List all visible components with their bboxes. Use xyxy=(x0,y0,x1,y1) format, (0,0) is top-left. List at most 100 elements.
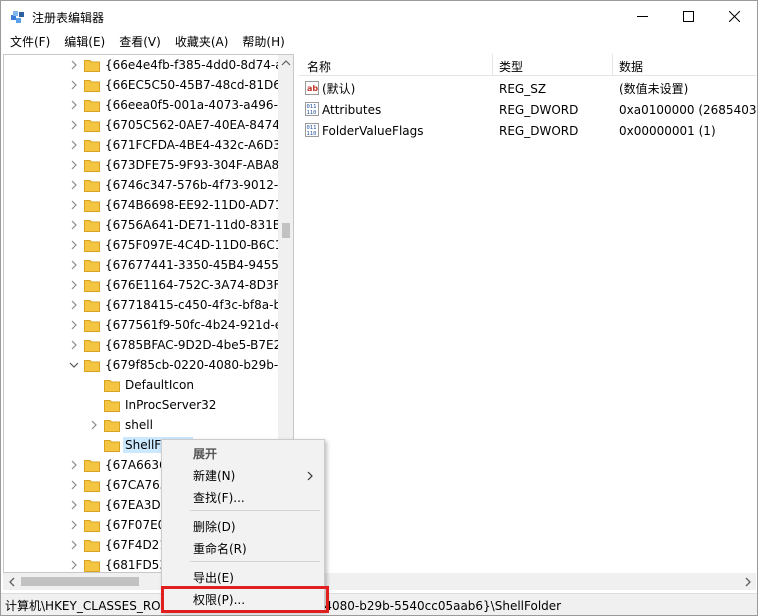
value-row[interactable]: 011 110 Attributes REG_DWORD 0xa0100000 (268… xyxy=(299,99,756,120)
minimize-button[interactable] xyxy=(619,1,665,32)
chevron-right-icon[interactable] xyxy=(68,138,80,152)
menu-favorites[interactable]: 收藏夹(A) xyxy=(168,32,236,53)
chevron-right-icon[interactable] xyxy=(68,318,80,332)
column-header-name[interactable]: 名称 xyxy=(307,58,331,75)
close-button[interactable] xyxy=(711,1,757,32)
chevron-right-icon[interactable] xyxy=(68,518,80,532)
value-data: 0x00000001 (1) xyxy=(619,124,716,138)
menu-file[interactable]: 文件(F) xyxy=(3,32,57,53)
chevron-right-icon[interactable] xyxy=(68,178,80,192)
tree-item[interactable]: {67677441-3350-45B4-9455-4 xyxy=(4,255,293,275)
chevron-right-icon[interactable] xyxy=(68,298,80,312)
horizontal-scrollbar[interactable] xyxy=(3,573,756,590)
menu-view[interactable]: 查看(V) xyxy=(112,32,168,53)
tree-item[interactable]: {66EC5C50-45B7-48cd-81D6- xyxy=(4,75,293,95)
ctx-delete-item[interactable]: 删除(D) xyxy=(162,515,324,537)
tree-scroll-thumb[interactable] xyxy=(282,223,290,238)
chevron-right-icon[interactable] xyxy=(68,198,80,212)
menu-edit[interactable]: 编辑(E) xyxy=(57,32,112,53)
horizontal-scroll-thumb[interactable] xyxy=(21,577,139,586)
value-row[interactable]: ab (默认) REG_SZ (数值未设置) xyxy=(299,78,756,99)
menu-help[interactable]: 帮助(H) xyxy=(235,32,291,53)
column-header-data[interactable]: 数据 xyxy=(619,58,643,75)
chevron-right-icon[interactable] xyxy=(68,278,80,292)
tree-item[interactable]: {671FCFDA-4BE4-432c-A6D3- xyxy=(4,135,293,155)
chevron-right-icon[interactable] xyxy=(68,458,80,472)
chevron-right-icon[interactable] xyxy=(68,478,80,492)
menu-separator xyxy=(190,510,320,511)
folder-icon xyxy=(84,478,100,492)
scroll-right-button[interactable] xyxy=(739,573,756,590)
tree-item[interactable]: {675F097E-4C4D-11D0-B6C1- xyxy=(4,235,293,255)
tree-item-label: {681FD53 xyxy=(105,558,167,572)
tree-item[interactable]: {6785BFAC-9D2D-4be5-B7E2- xyxy=(4,335,293,355)
binary-value-icon: 011 110 xyxy=(305,102,319,116)
folder-icon xyxy=(84,98,100,112)
value-data: 0xa0100000 (2685403136) xyxy=(619,103,756,117)
folder-icon xyxy=(84,458,100,472)
tree-item[interactable]: {677561f9-50fc-4b24-921d-ea xyxy=(4,315,293,335)
chevron-right-icon[interactable] xyxy=(88,418,100,432)
value-list-pane[interactable]: 名称 类型 数据 ab (默认) REG_SZ (数值未设置) 011 110 Attrib… xyxy=(299,54,756,573)
tree-item-label: InProcServer32 xyxy=(125,398,217,412)
tree-item[interactable]: {676E1164-752C-3A74-8D3F-E xyxy=(4,275,293,295)
value-name: (默认) xyxy=(322,82,356,96)
chevron-right-icon[interactable] xyxy=(68,238,80,252)
folder-icon xyxy=(84,78,100,92)
context-menu-label: 展开 xyxy=(193,447,218,461)
tree-item[interactable]: {66eea0f5-001a-4073-a496-7 xyxy=(4,95,293,115)
chevron-right-icon[interactable] xyxy=(68,98,80,112)
value-type: REG_SZ xyxy=(499,82,547,96)
chevron-right-icon[interactable] xyxy=(68,258,80,272)
chevron-right-icon[interactable] xyxy=(68,58,80,72)
tree-item[interactable]: {673DFE75-9F93-304F-ABA8-D xyxy=(4,155,293,175)
chevron-right-icon[interactable] xyxy=(68,218,80,232)
scroll-up-icon[interactable] xyxy=(278,55,294,71)
chevron-down-icon[interactable] xyxy=(68,358,80,372)
folder-icon xyxy=(104,378,120,392)
chevron-right-icon[interactable] xyxy=(68,338,80,352)
tree-item[interactable]: {6746c347-576b-4f73-9012-cc xyxy=(4,175,293,195)
tree-item[interactable]: {66e4e4fb-f385-4dd0-8d74-a xyxy=(4,55,293,75)
folder-icon xyxy=(84,518,100,532)
chevron-right-icon[interactable] xyxy=(68,158,80,172)
tree-item[interactable]: {6756A641-DE71-11d0-831B- xyxy=(4,215,293,235)
context-menu-label: 新建(N) xyxy=(193,469,236,483)
tree-item[interactable]: {679f85cb-0220-4080-b29b-5 xyxy=(4,355,293,375)
column-divider[interactable] xyxy=(492,54,493,76)
folder-icon xyxy=(84,178,100,192)
tree-item-label: {66e4e4fb-f385-4dd0-8d74-a xyxy=(105,58,283,72)
tree-item[interactable]: {6705C562-0AE7-40EA-8474-F xyxy=(4,115,293,135)
ctx-new-item[interactable]: 新建(N) xyxy=(162,464,324,486)
title-bar: 注册表编辑器 xyxy=(1,1,757,32)
tree-item-label: {6785BFAC-9D2D-4be5-B7E2- xyxy=(105,338,286,352)
chevron-right-icon[interactable] xyxy=(68,538,80,552)
ctx-export-item[interactable]: 导出(E) xyxy=(162,566,324,588)
tree-item-label: {67F4D21 xyxy=(105,538,167,552)
column-divider[interactable] xyxy=(612,54,613,76)
tree-item[interactable]: {67718415-c450-4f3c-bf8a-b4 xyxy=(4,295,293,315)
maximize-button[interactable] xyxy=(665,1,711,32)
chevron-right-icon[interactable] xyxy=(68,78,80,92)
binary-value-icon: 011 110 xyxy=(305,123,319,137)
value-type: REG_DWORD xyxy=(499,124,579,138)
ctx-expand-item[interactable]: 展开 xyxy=(162,442,324,464)
tree-item[interactable]: InProcServer32 xyxy=(4,395,293,415)
column-header-type[interactable]: 类型 xyxy=(499,58,523,75)
chevron-right-icon[interactable] xyxy=(68,118,80,132)
tree-item[interactable]: {674B6698-EE92-11D0-AD71- xyxy=(4,195,293,215)
scroll-left-button[interactable] xyxy=(3,573,20,590)
tree-item-label: {671FCFDA-4BE4-432c-A6D3- xyxy=(105,138,286,152)
ctx-permissions-item[interactable]: 权限(P)... xyxy=(162,588,324,610)
chevron-right-icon[interactable] xyxy=(68,498,80,512)
ctx-rename-item[interactable]: 重命名(R) xyxy=(162,537,324,559)
minimize-icon xyxy=(636,16,648,17)
tree-item[interactable]: shell xyxy=(4,415,293,435)
value-row[interactable]: 011 110 FolderValueFlags REG_DWORD 0x0000000… xyxy=(299,120,756,141)
value-data: (数值未设置) xyxy=(619,82,689,96)
svg-text:110: 110 xyxy=(307,110,317,116)
tree-item[interactable]: DefaultIcon xyxy=(4,375,293,395)
ctx-find-item[interactable]: 查找(F)... xyxy=(162,486,324,508)
chevron-right-icon[interactable] xyxy=(68,558,80,572)
tree-item-label: DefaultIcon xyxy=(125,378,194,392)
